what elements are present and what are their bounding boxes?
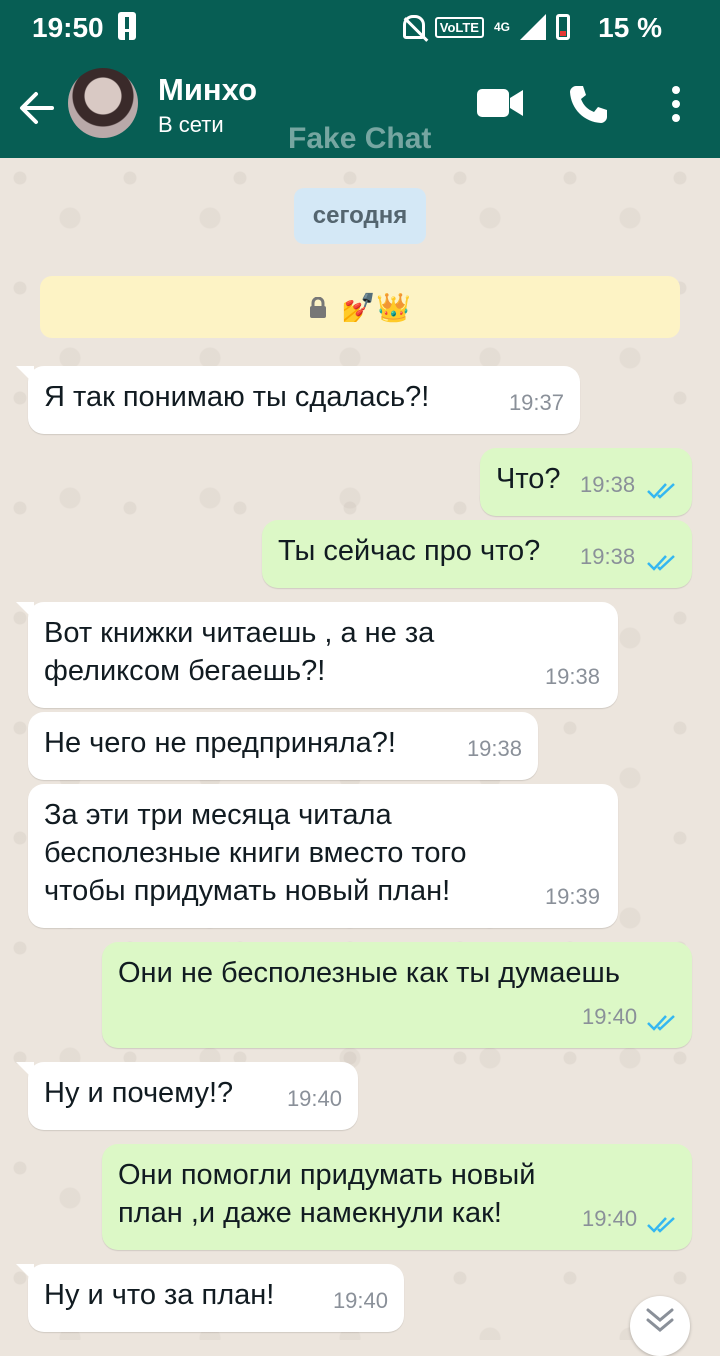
status-icons: VoLTE 4G bbox=[402, 14, 570, 40]
double-check-icon bbox=[647, 1217, 675, 1233]
message-time: 19:38 bbox=[466, 736, 522, 761]
chevron-double-down-icon bbox=[646, 1308, 674, 1332]
watermark: Fake Chat bbox=[288, 122, 432, 155]
notice-emojis: 💅👑 bbox=[341, 292, 411, 324]
battery-icon bbox=[556, 14, 570, 40]
message-outgoing[interactable]: Что? 19:38 bbox=[480, 448, 692, 516]
message-incoming[interactable]: Ну и почему!? 19:40 bbox=[16, 1062, 358, 1130]
lock-icon bbox=[310, 296, 327, 319]
message-time: 19:40 bbox=[582, 1206, 638, 1231]
message-time: 19:38 bbox=[580, 544, 636, 569]
message-text: Ну и почему!? bbox=[44, 1077, 234, 1109]
message-time: 19:39 bbox=[544, 884, 600, 909]
message-time: 19:40 bbox=[332, 1288, 388, 1313]
volte-icon: VoLTE bbox=[434, 16, 484, 38]
alert-icon bbox=[118, 12, 136, 40]
message-outgoing[interactable]: Ты сейчас про что? 19:38 bbox=[262, 520, 692, 588]
more-vert-icon[interactable] bbox=[664, 82, 688, 126]
battery-percent: 15 % bbox=[598, 12, 662, 43]
mute-bell-icon bbox=[402, 15, 425, 39]
message-time: 19:38 bbox=[580, 472, 636, 497]
message-text: За эти три месяца читала бесполезные кни… bbox=[44, 799, 467, 907]
presence-status: В сети bbox=[158, 112, 224, 137]
message-time: 19:40 bbox=[582, 1004, 638, 1029]
message-time: 19:40 bbox=[286, 1086, 342, 1111]
double-check-icon bbox=[647, 1015, 675, 1031]
message-text: Что? bbox=[496, 463, 561, 495]
encryption-notice[interactable]: 💅👑 bbox=[40, 276, 680, 338]
double-check-icon bbox=[647, 555, 675, 571]
message-text: Не чего не предприняла?! bbox=[44, 727, 396, 759]
signal-icon bbox=[520, 14, 546, 40]
message-incoming[interactable]: Не чего не предприняла?! 19:38 bbox=[28, 712, 538, 780]
double-check-icon bbox=[647, 483, 675, 499]
message-text: Ну и что за план! bbox=[44, 1279, 275, 1311]
contact-name[interactable]: Минхо bbox=[158, 72, 257, 108]
phone-call-icon[interactable] bbox=[566, 82, 610, 126]
message-time: 19:38 bbox=[544, 664, 600, 689]
video-call-icon[interactable] bbox=[476, 86, 524, 120]
message-incoming[interactable]: Ну и что за план! 19:40 bbox=[16, 1264, 404, 1332]
status-bar: 19:50 VoLTE 4G 15 % bbox=[0, 0, 720, 56]
chat-header: Минхо В сети Fake Chat bbox=[0, 56, 720, 158]
network-gen-label: 4G bbox=[493, 20, 510, 34]
status-time: 19:50 bbox=[32, 12, 104, 43]
message-time: 19:37 bbox=[508, 390, 564, 415]
message-text: Я так понимаю ты сдалась?! bbox=[44, 381, 430, 413]
message-text: Они не бесполезные как ты думаешь bbox=[118, 957, 620, 989]
scroll-down-button[interactable] bbox=[630, 1296, 690, 1356]
arrow-left-icon[interactable] bbox=[14, 86, 58, 130]
message-incoming[interactable]: Я так понимаю ты сдалась?! 19:37 bbox=[16, 366, 580, 434]
date-divider: сегодня bbox=[294, 188, 426, 244]
message-text: Они помогли придумать новый план ,и даже… bbox=[118, 1159, 536, 1229]
avatar[interactable] bbox=[68, 68, 138, 138]
message-outgoing[interactable]: Они помогли придумать новый план ,и даже… bbox=[102, 1144, 692, 1250]
message-incoming[interactable]: За эти три месяца читала бесполезные кни… bbox=[28, 784, 618, 928]
message-outgoing[interactable]: Они не бесполезные как ты думаешь 19:40 bbox=[102, 942, 692, 1048]
message-text: Вот книжки читаешь , а не за феликсом бе… bbox=[44, 617, 435, 687]
message-incoming[interactable]: Вот книжки читаешь , а не за феликсом бе… bbox=[16, 602, 618, 708]
message-text: Ты сейчас про что? bbox=[278, 535, 541, 567]
